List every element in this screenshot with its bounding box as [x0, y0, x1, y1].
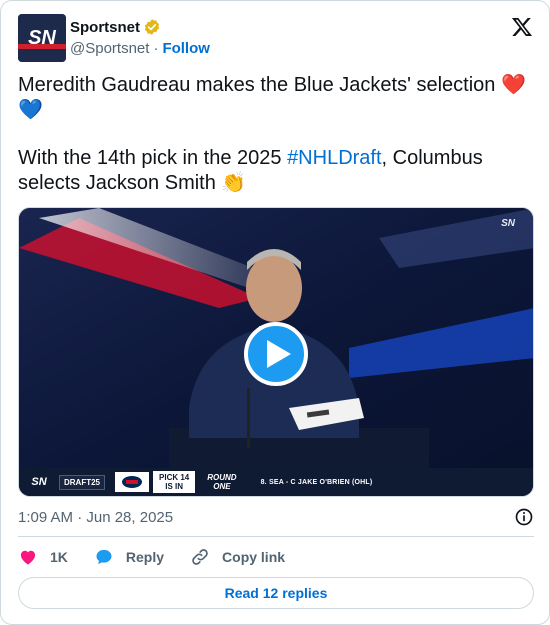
ticker-next-pick: 8. SEA - C JAKE O'BRIEN (OHL) — [260, 478, 373, 486]
reply-bubble-icon — [96, 549, 112, 565]
tweet-line-2-before: With the 14th pick in the 2025 — [18, 147, 288, 169]
read-replies-button[interactable]: Read 12 replies — [18, 577, 534, 609]
like-count: 1K — [50, 549, 68, 565]
divider — [18, 536, 534, 537]
ticker-pick-number: PICK 14 — [159, 473, 190, 482]
copy-link-button[interactable]: Copy link — [190, 547, 285, 567]
name-row: Sportsnet — [70, 18, 161, 36]
ticker-round-value: ONE — [213, 482, 231, 491]
ticker-pick-in: IS IN — [165, 482, 184, 491]
play-icon — [266, 340, 291, 368]
action-bar: 1K Reply Copy link — [18, 546, 311, 568]
tweet-line-1: Meredith Gaudreau makes the Blue Jackets… — [18, 74, 496, 96]
follow-button[interactable]: Follow — [162, 40, 210, 57]
avatar[interactable]: SN — [18, 14, 66, 62]
tweet-header: SN Sportsnet @Sportsnet · Follow — [18, 14, 533, 62]
separator: · — [153, 40, 159, 57]
tweet-text: Meredith Gaudreau makes the Blue Jackets… — [18, 72, 534, 195]
red-heart-emoji: ❤️ — [500, 72, 526, 96]
ticker-team-logo — [115, 472, 150, 492]
reply-button[interactable]: Reply — [94, 547, 164, 567]
video-media[interactable]: SN SN DRAFT25 PICK 14 IS IN ROUND ONE 8.… — [18, 207, 534, 497]
tweet-card: SN Sportsnet @Sportsnet · Follow Meredit… — [0, 0, 550, 625]
reply-label: Reply — [125, 549, 165, 565]
clap-emoji: 👏 — [221, 170, 247, 194]
watermark-logo: SN — [501, 218, 515, 229]
hashtag-link[interactable]: #NHLDraft — [287, 147, 381, 169]
copy-link-label: Copy link — [222, 549, 286, 565]
x-logo-icon[interactable] — [511, 16, 533, 38]
tweet-meta: 1:09 AM · Jun 28, 2025 — [18, 507, 534, 527]
play-button[interactable] — [244, 322, 308, 386]
heart-icon — [20, 550, 36, 565]
avatar-logo-text: SN — [28, 27, 56, 49]
like-button[interactable]: 1K — [18, 547, 68, 567]
info-icon[interactable] — [514, 507, 534, 527]
blue-jackets-logo-icon — [122, 476, 143, 488]
display-name[interactable]: Sportsnet — [70, 19, 140, 36]
broadcast-ticker: SN DRAFT25 PICK 14 IS IN ROUND ONE 8. SE… — [19, 468, 533, 496]
blue-heart-emoji: 💙 — [18, 97, 43, 121]
tweet-paragraph-1: Meredith Gaudreau makes the Blue Jackets… — [18, 72, 534, 122]
ticker-round-label: ROUND — [207, 473, 237, 482]
ticker-pick-status: PICK 14 IS IN — [153, 471, 196, 493]
ticker-draft-badge: DRAFT25 — [59, 474, 106, 490]
handle[interactable]: @Sportsnet — [70, 40, 149, 57]
tweet-paragraph-2: With the 14th pick in the 2025 #NHLDraft… — [18, 146, 534, 195]
ticker-round: ROUND ONE — [195, 473, 248, 491]
verified-badge-icon — [144, 19, 160, 35]
ticker-network-logo: SN — [31, 476, 47, 488]
timestamp[interactable]: 1:09 AM · Jun 28, 2025 — [18, 509, 173, 526]
handle-row: @Sportsnet · Follow — [70, 40, 210, 57]
link-icon — [192, 549, 208, 565]
